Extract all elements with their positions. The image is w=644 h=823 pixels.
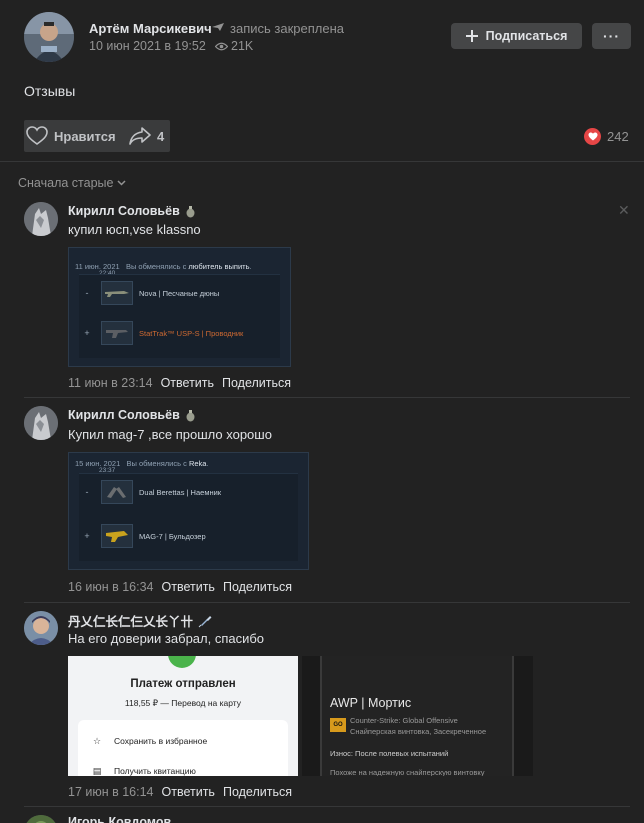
comment-date[interactable]: 16 июн в 16:34	[68, 580, 154, 594]
post-actions: Нравится 4	[24, 120, 170, 152]
trade-row-give: - Dual Berettas | Наемник	[79, 480, 221, 504]
reactions-count: 242	[607, 129, 629, 144]
share-button[interactable]: 4	[129, 120, 164, 152]
item-type: Снайперская винтовка, Засекреченное	[350, 727, 487, 736]
post-text: Отзывы	[24, 83, 76, 99]
trade-items: - Nova | Песчаные дюны + StatTrak™ USP-S…	[79, 274, 280, 358]
trade-screenshot[interactable]: 15 июн. 2021 Вы обменялись с Reka. 23:37…	[68, 452, 309, 570]
comment-text: На его доверии забрал, спасибо	[68, 631, 265, 646]
share-comment-button[interactable]: Поделиться	[223, 785, 292, 799]
weapon-thumb	[101, 281, 133, 305]
payment-subtitle: 118,55 ₽ — Перевод на карту	[124, 698, 242, 708]
comment-author[interactable]: 丹乂仁长仁仨乂长丫卄	[68, 611, 212, 630]
post-date[interactable]: 10 июн 2021 в 19:52	[89, 39, 206, 53]
views-count: 21K	[231, 39, 254, 53]
views-counter: 21K	[215, 39, 253, 53]
divider	[24, 806, 630, 807]
comment-author[interactable]: Кирилл Соловьёв	[68, 204, 196, 218]
weapon-thumb	[101, 524, 133, 548]
payment-card: ☆ Сохранить в избранное ▤ Получить квита…	[78, 720, 288, 776]
share-comment-button[interactable]: Поделиться	[223, 580, 292, 594]
weapon-thumb	[101, 321, 133, 345]
close-icon[interactable]: ✕	[618, 202, 630, 219]
pinned-label: запись закреплена	[230, 21, 344, 36]
grenade-icon	[186, 205, 195, 217]
share-comment-button[interactable]: Поделиться	[222, 376, 291, 390]
syringe-icon	[198, 615, 212, 627]
comment-avatar[interactable]	[24, 611, 58, 645]
reply-button[interactable]: Ответить	[162, 580, 215, 594]
trade-row-get: + StatTrak™ USP-S | Проводник	[79, 321, 243, 345]
comment-date[interactable]: 11 июн в 23:14	[68, 376, 153, 390]
item-title: AWP | Мортис	[330, 696, 412, 710]
payment-screenshot[interactable]: Платеж отправлен 118,55 ₽ — Перевод на к…	[68, 656, 298, 776]
subscribe-button[interactable]: Подписаться	[451, 23, 582, 49]
sort-label: Сначала старые	[18, 176, 114, 190]
subscribe-label: Подписаться	[485, 29, 568, 43]
star-icon: ☆	[92, 735, 102, 746]
reactions-summary[interactable]: 242	[584, 128, 629, 145]
comment-meta: 11 июн в 23:14 Ответить Поделиться	[68, 376, 291, 390]
post-header: Артём Марсикевич запись закреплена 10 ию…	[0, 0, 644, 70]
pin-icon	[212, 23, 224, 31]
eye-icon	[215, 42, 228, 50]
reply-button[interactable]: Ответить	[161, 376, 214, 390]
payment-row: ▤ Получить квитанцию	[92, 765, 196, 777]
awp-screenshot[interactable]: AWP | Мортис GO Counter-Strike: Global O…	[302, 656, 533, 776]
share-count: 4	[157, 128, 165, 144]
comment-text: купил юсп,vse klassno	[68, 222, 201, 237]
comment-meta: 17 июн в 16:14 Ответить Поделиться	[68, 785, 292, 799]
author-name[interactable]: Артём Марсикевич	[89, 21, 212, 36]
more-options-button[interactable]: ···	[592, 23, 631, 49]
like-button[interactable]: Нравится	[24, 120, 122, 152]
trade-screenshot[interactable]: 11 июн. 2021 Вы обменялись с любитель вы…	[68, 247, 291, 367]
comments-sort[interactable]: Сначала старые	[18, 176, 126, 190]
divider	[0, 161, 644, 162]
receipt-icon: ▤	[92, 765, 102, 776]
heart-reaction-icon	[584, 128, 601, 145]
trade-row-get: + MAG-7 | Бульдозер	[79, 524, 206, 548]
like-label: Нравится	[54, 128, 116, 144]
chevron-down-icon	[117, 180, 126, 186]
author-avatar[interactable]	[24, 12, 74, 62]
success-icon	[168, 656, 196, 668]
comment-author[interactable]: Кирилл Соловьёв	[68, 408, 196, 422]
divider	[24, 397, 630, 398]
plus-icon	[465, 30, 478, 42]
csgo-logo-icon: GO	[330, 718, 346, 732]
payment-title: Платеж отправлен	[130, 678, 236, 690]
grenade-icon	[186, 409, 195, 421]
comment-date[interactable]: 17 июн в 16:14	[68, 785, 154, 799]
comment-avatar[interactable]	[24, 406, 58, 440]
trade-row-give: - Nova | Песчаные дюны	[79, 281, 219, 305]
comment-text: Купил mag-7 ,все прошло хорошо	[68, 427, 272, 442]
trade-header: 15 июн. 2021 Вы обменялись с Reka.	[75, 459, 209, 468]
comment-avatar[interactable]	[24, 202, 58, 236]
reply-button[interactable]: Ответить	[162, 785, 215, 799]
trade-items: - Dual Berettas | Наемник + MAG-7 | Буль…	[79, 473, 298, 561]
divider	[24, 602, 630, 603]
comment-avatar[interactable]	[24, 815, 58, 823]
item-description: Похоже на надежную снайперскую винтовку	[330, 768, 485, 776]
item-game: Counter-Strike: Global Offensive	[350, 716, 458, 725]
item-wear: Износ: После полевых испытаний	[330, 749, 449, 758]
payment-row: ☆ Сохранить в избранное	[92, 735, 208, 747]
weapon-thumb	[101, 480, 133, 504]
share-icon	[129, 127, 151, 145]
heart-outline-icon	[26, 126, 48, 145]
comment-author[interactable]: Игорь Ковдомов	[68, 815, 171, 823]
comment-meta: 16 июн в 16:34 Ответить Поделиться	[68, 580, 292, 594]
